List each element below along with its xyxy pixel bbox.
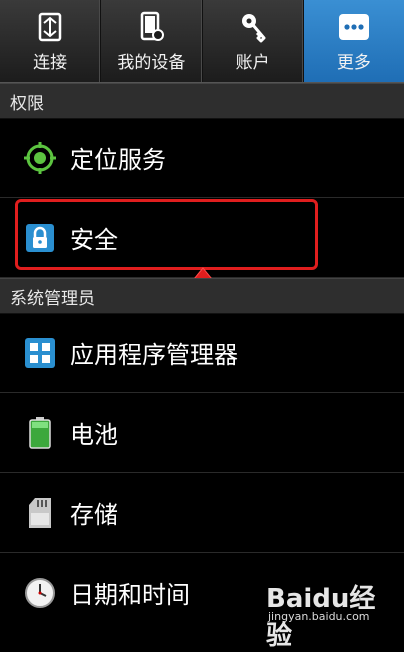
section-header-device-admin: 系统管理员 xyxy=(0,278,404,314)
baidu-watermark: Baidu经验 jingyan.baidu.com xyxy=(242,578,392,651)
list-item-label: 日期和时间 xyxy=(70,581,190,609)
connections-icon xyxy=(32,10,68,44)
list-item-label: 定位服务 xyxy=(70,146,166,174)
clock-icon xyxy=(24,577,56,609)
list-item-storage[interactable]: 存储 xyxy=(0,473,404,553)
tab-more[interactable]: 更多 xyxy=(303,0,404,82)
app-grid-icon xyxy=(24,337,56,369)
top-tab-bar: 连接 我的设备 账户 更多 xyxy=(0,0,404,83)
watermark-url: jingyan.baidu.com xyxy=(268,610,370,623)
more-icon xyxy=(336,10,372,44)
section-title: 系统管理员 xyxy=(10,288,95,309)
tab-my-device[interactable]: 我的设备 xyxy=(101,0,203,82)
section-title: 权限 xyxy=(10,93,44,114)
battery-icon xyxy=(24,416,56,449)
list-item-label: 应用程序管理器 xyxy=(70,341,238,369)
list-item-label: 电池 xyxy=(70,421,118,449)
list-item-battery[interactable]: 电池 xyxy=(0,393,404,473)
tab-connections[interactable]: 连接 xyxy=(0,0,102,82)
tab-label: 我的设备 xyxy=(117,53,186,73)
section-header-permissions: 权限 xyxy=(0,83,404,119)
my-device-icon xyxy=(133,10,169,44)
list-item-location[interactable]: 定位服务 xyxy=(0,118,404,198)
tab-label: 连接 xyxy=(33,53,68,73)
tab-label: 更多 xyxy=(336,53,371,73)
tab-label: 账户 xyxy=(235,53,270,73)
tab-accounts[interactable]: 账户 xyxy=(203,0,304,82)
list-item-label: 存储 xyxy=(70,501,118,529)
accounts-key-icon xyxy=(235,10,271,44)
list-item-app-manager[interactable]: 应用程序管理器 xyxy=(0,313,404,393)
highlight-box xyxy=(15,199,318,270)
location-icon xyxy=(24,141,56,174)
sd-card-icon xyxy=(24,497,56,529)
